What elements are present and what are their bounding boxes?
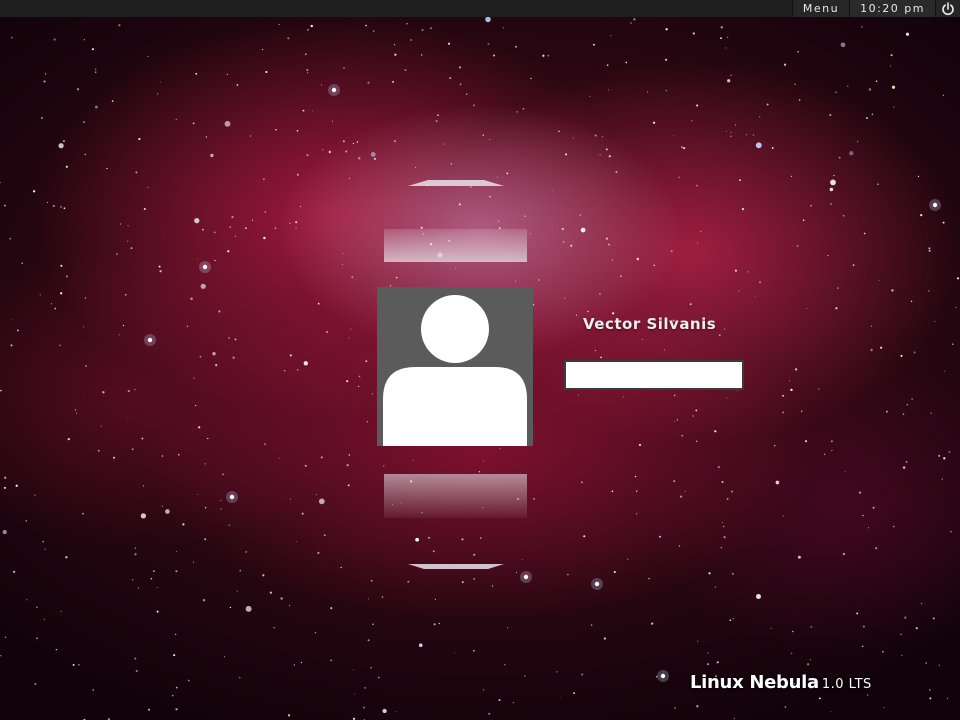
power-button[interactable] — [935, 0, 960, 17]
top-panel: Menu 10:20 pm — [0, 0, 960, 17]
avatar[interactable] — [377, 287, 533, 446]
distro-version: 1.0 LTS — [821, 677, 872, 692]
user-name-label: Vector Silvanis — [583, 315, 717, 333]
next-user-button[interactable] — [408, 561, 504, 573]
next-user-slot[interactable] — [384, 474, 527, 518]
chevron-down-icon — [408, 564, 504, 569]
previous-user-button[interactable] — [408, 178, 504, 190]
chevron-up-icon — [408, 180, 504, 186]
distro-name: Linux Nebula — [690, 672, 819, 693]
user-silhouette-icon — [383, 295, 527, 446]
distro-branding: Linux Nebula 1.0 LTS — [690, 672, 872, 693]
password-field[interactable] — [564, 360, 744, 390]
clock[interactable]: 10:20 pm — [849, 0, 935, 17]
panel-right-area: Menu 10:20 pm — [791, 0, 960, 17]
power-icon — [942, 1, 954, 15]
previous-user-slot[interactable] — [384, 229, 527, 262]
menu-button[interactable]: Menu — [791, 0, 850, 17]
